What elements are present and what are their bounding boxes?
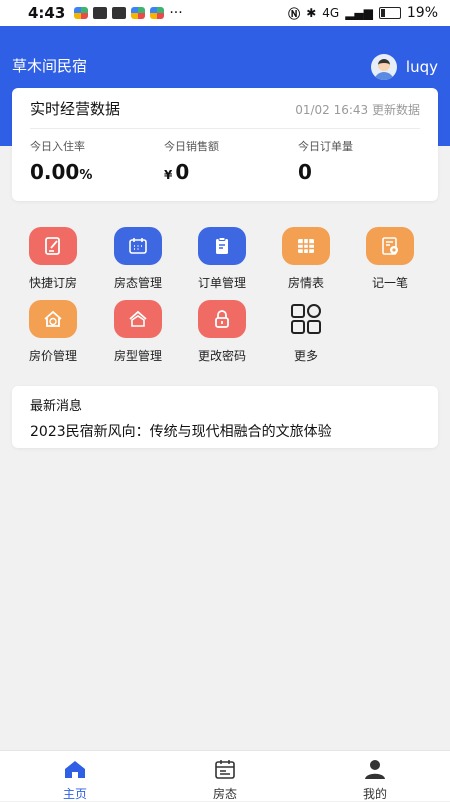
stat-orders: 今日订单量 0 [298,138,353,184]
quick-booking-icon[interactable] [29,227,77,265]
menu-record-expense[interactable]: 记一笔 [354,227,426,291]
menu-room-chart[interactable]: 房情表 [270,227,342,291]
menu-label[interactable]: 记一笔 [354,274,426,291]
news-card: 最新消息 2023民宿新风向：传统与现代相融合的文旅体验 [12,386,438,448]
battery-icon [378,7,401,19]
status-time: 4:43 [28,4,66,22]
price-icon[interactable] [29,300,77,338]
menu-label[interactable]: 订单管理 [186,274,258,291]
refresh-data-link[interactable]: 01/02 16:43 更新数据 [295,101,420,118]
stats-card: 实时经营数据 01/02 16:43 更新数据 今日入住率 0.00% 今日销售… [12,88,438,201]
stat-value: 0.00% [30,160,93,184]
status-bar: 4:43 ··· Ⓝ ✱ 4G ▂▄▆ 19% [0,0,450,26]
stat-value: 0 [298,160,312,184]
app-title: 草木间民宿 [12,57,88,75]
user-icon[interactable] [363,759,387,779]
menu-label[interactable]: 快捷订房 [17,274,89,291]
lock-icon[interactable] [198,300,246,338]
house-icon[interactable] [114,300,162,338]
news-title: 最新消息 [30,399,83,414]
stat-sales: 今日销售额 ¥0 [164,138,219,184]
stat-occupancy: 今日入住率 0.00% [30,138,92,184]
tab-home[interactable]: 主页 [0,751,150,801]
divider [30,128,420,129]
notification-app-icon [150,7,165,19]
menu-more[interactable]: 更多 [270,300,342,364]
stats-title: 实时经营数据 [30,100,121,118]
tab-label[interactable]: 房态 [150,785,300,802]
menu-price-management[interactable]: 房价管理 [17,300,89,364]
menu-label[interactable]: 房情表 [270,274,342,291]
grid-table-icon[interactable] [282,227,330,265]
clipboard-icon[interactable] [198,227,246,265]
tab-profile[interactable]: 我的 [300,751,450,801]
mail-icon [112,7,127,19]
signal-icon: ▂▄▆ [345,6,373,20]
stat-label: 今日入住率 [30,140,85,153]
tab-label[interactable]: 我的 [300,785,450,802]
menu-label[interactable]: 更改密码 [186,347,258,364]
menu-quick-booking[interactable]: 快捷订房 [17,227,89,291]
menu-label[interactable]: 更多 [270,347,342,364]
bluetooth-icon: ✱ [306,6,317,20]
bill-icon[interactable] [366,227,414,265]
menu-change-password[interactable]: 更改密码 [186,300,258,364]
nfc-icon: Ⓝ [288,6,301,21]
user-profile[interactable]: luqy [370,54,438,80]
menu-label[interactable]: 房价管理 [17,347,89,364]
menu-label[interactable]: 房型管理 [102,347,174,364]
home-icon[interactable] [63,759,87,779]
battery-percent: 19% [406,5,438,21]
tab-label[interactable]: 主页 [0,785,150,802]
tab-room-status[interactable]: 房态 [150,751,300,801]
stat-value: ¥0 [164,160,190,184]
bottom-tab-bar: 主页 房态 我的 [0,750,450,801]
network-label: 4G [322,6,340,20]
menu-label[interactable]: 房态管理 [102,274,174,291]
calendar-icon[interactable] [114,227,162,265]
menu-room-type-management[interactable]: 房型管理 [102,300,174,364]
notification-app-icon [74,7,89,19]
menu-room-status[interactable]: 房态管理 [102,227,174,291]
stat-label: 今日销售额 [164,140,219,153]
more-notifications-icon: ··· [169,5,183,21]
avatar[interactable] [370,54,397,80]
username[interactable]: luqy [406,58,438,76]
stat-label: 今日订单量 [298,140,353,153]
news-item[interactable]: 2023民宿新风向：传统与现代相融合的文旅体验 [30,421,332,441]
notification-app-icon [131,7,146,19]
calendar-icon[interactable] [213,759,237,779]
menu-order-management[interactable]: 订单管理 [186,227,258,291]
mail-icon [93,7,108,19]
apps-icon[interactable] [282,300,330,338]
